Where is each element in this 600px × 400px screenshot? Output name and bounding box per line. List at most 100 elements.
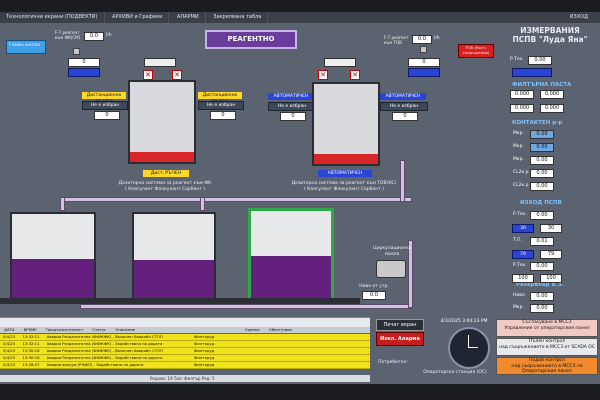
meas-label: Мкр. bbox=[513, 144, 524, 149]
status-right: АВТОМАТИЧЕН bbox=[318, 170, 372, 177]
alarm-desc: Авария Разделителна (ФФЖФК) - Включен Ав… bbox=[46, 348, 163, 353]
give-control-button[interactable]: Подай контрол над съоръжението в МССЗ на… bbox=[496, 357, 598, 375]
user-label: Потребител: bbox=[378, 360, 408, 365]
alarm-x-icon[interactable]: ✕ bbox=[318, 70, 328, 80]
alarm-row[interactable]: 0/4/23 13:30:16 Авария Разделителна (ФФЖ… bbox=[0, 348, 370, 355]
meas-setpoint[interactable] bbox=[512, 68, 552, 77]
clock-hand-hour bbox=[468, 347, 478, 348]
output-setpoint[interactable]: 30 bbox=[512, 224, 534, 233]
reagent-fk-unit: l/h bbox=[106, 33, 112, 38]
user-name: Операторска станция (ОС) bbox=[423, 370, 487, 375]
main-valve-button[interactable]: Главен вентил bbox=[6, 40, 46, 54]
meas-label: Ниво bbox=[513, 293, 525, 298]
alarm-time: 13:32:11 bbox=[22, 341, 40, 346]
meas-label: Р.Тех. bbox=[510, 57, 524, 62]
menu-item-screens[interactable]: Технологични екрани (ПОДВЕКТИ) bbox=[0, 12, 105, 23]
menu-bar: Технологични екрани (ПОДВЕКТИ) АРХИВИ и … bbox=[0, 12, 600, 23]
alarm-off-button[interactable]: Изкл. Аларма bbox=[376, 332, 424, 346]
pipe-bottom bbox=[80, 304, 412, 309]
give-control-line2: над съоръжението в МССЗ на Операторския … bbox=[511, 363, 583, 375]
output-value: 79 bbox=[540, 250, 562, 259]
meas-value: 0.00 bbox=[530, 262, 554, 271]
mode-num-left: 0 bbox=[94, 111, 120, 120]
dosing-label-right bbox=[324, 58, 356, 67]
valve-icon[interactable] bbox=[420, 46, 427, 53]
tov-label: ТОВ (Конт. съоръжения) bbox=[462, 45, 490, 55]
reagent-tov-label: F-Т реагент към ТОВ bbox=[384, 35, 409, 45]
alarm-object: Филтъруд bbox=[193, 334, 215, 339]
menu-item-alarms[interactable]: АЛАРМИ bbox=[171, 12, 206, 23]
mode-sub-left-2: Не е избран bbox=[198, 101, 244, 110]
measurement-title-line1: ИЗМЕРВАНИЯ bbox=[520, 26, 580, 35]
measurement-title-line2: ПСПВ "Луда Яна" bbox=[512, 35, 588, 44]
alarm-x-icon[interactable]: ✕ bbox=[143, 70, 153, 80]
alarm-x-icon[interactable]: ✕ bbox=[350, 70, 360, 80]
alarm-row[interactable]: 0/4/23 13:32:11 Авария Разделителна (ФФЖ… bbox=[0, 334, 370, 341]
circulation-pump-icon[interactable] bbox=[376, 260, 406, 278]
exit-menu-item[interactable]: ИЗХОД bbox=[564, 12, 594, 23]
alarm-row[interactable]: 0/4/23 13:30:16 Авария Разделителна (ФФЖ… bbox=[0, 355, 370, 362]
menu-item-boards[interactable]: Закрепвана табла bbox=[207, 12, 269, 23]
meas-value: 0.00 bbox=[530, 182, 554, 191]
alarm-table-header: ДАТА ВРЕМЕ Продължителност Статус Описан… bbox=[0, 327, 370, 333]
alarm-toolbar bbox=[0, 317, 370, 327]
reactor-level-right bbox=[314, 154, 378, 164]
meas-label: CL2к.р bbox=[513, 183, 529, 188]
section-contact: КОНТАКТЕН р-р bbox=[512, 120, 563, 126]
alarm-time: 13:32:11 bbox=[22, 334, 40, 339]
reagent-fk-label: F-Т реагент към ФК(СМ) bbox=[55, 30, 81, 40]
caption-left-2: ( Коагулант Флокулант Сорбент ) bbox=[124, 187, 206, 192]
menu-item-archives[interactable]: АРХИВИ и Графики bbox=[106, 12, 170, 23]
meas-label: Р.Тех. bbox=[513, 212, 527, 217]
output-value: 100 bbox=[512, 274, 534, 283]
meas-value: 0.00 bbox=[530, 156, 554, 165]
meas-value: 0.00 bbox=[530, 211, 554, 220]
tov-button[interactable]: ТОВ (Конт. съоръжения) bbox=[458, 44, 494, 58]
mode-a-sub: Не е избран bbox=[268, 102, 316, 111]
storage-tank-1-level bbox=[12, 258, 94, 300]
meas-value: 0.00 bbox=[530, 143, 554, 152]
alarm-col-desc[interactable]: Описание bbox=[111, 327, 239, 333]
alarm-time: 13:30:16 bbox=[22, 348, 40, 353]
alarm-col-status[interactable]: Статус bbox=[88, 327, 110, 333]
clock-icon bbox=[448, 327, 490, 369]
alarm-col-time[interactable]: ВРЕМЕ bbox=[20, 327, 41, 333]
storage-tank-1 bbox=[10, 212, 96, 302]
valve-icon[interactable] bbox=[73, 48, 80, 55]
coordination-button[interactable]: Съгласуване в МССЗ Управление от операто… bbox=[496, 319, 598, 337]
pump-setpoint-left[interactable] bbox=[68, 68, 100, 77]
meas-label: Мкр. bbox=[513, 305, 524, 310]
meas-value: 0.00 bbox=[530, 304, 554, 313]
alarm-date: 0/4/23 bbox=[3, 348, 16, 353]
pipe-vertical-right bbox=[400, 160, 405, 202]
print-screen-button[interactable]: Печат екран bbox=[376, 319, 424, 331]
mode-a-num: 0 bbox=[280, 112, 306, 121]
alarm-col-object[interactable]: Обект/ниво bbox=[265, 327, 296, 333]
pump-setpoint-right[interactable] bbox=[408, 68, 440, 77]
alarm-object: Филтъруд bbox=[193, 355, 215, 360]
mode-a-label: АВТОМАТИЧЕН bbox=[268, 93, 314, 100]
meas-label: Мкр. bbox=[513, 157, 524, 162]
alarm-status-line: Редове: 19 Тип: Филтър Ред: 5 bbox=[0, 375, 370, 382]
meas-label: Мкр. bbox=[513, 131, 524, 136]
meas-label: CL2к.р bbox=[513, 170, 529, 175]
section-filter-pasta: ФИЛТЪРНА ПАСТА bbox=[512, 82, 572, 88]
caption-right-2: ( Коагулант Флокулант Сорбент ) bbox=[303, 187, 385, 192]
meas-label: Р.Тех. bbox=[513, 263, 527, 268]
alarm-row[interactable]: 0/4/23 13:32:11 Авария Разделителна (ФФЖ… bbox=[0, 341, 370, 348]
alarm-desc: Авария Разделителна (ФФЖФК) - Задействан… bbox=[46, 341, 163, 346]
measurement-title: ИЗМЕРВАНИЯ ПСПВ "Луда Яна" bbox=[500, 26, 600, 44]
monitor-bezel-top bbox=[0, 0, 600, 12]
monitor-bezel-bottom bbox=[0, 384, 600, 400]
tank-base bbox=[0, 298, 360, 304]
alarm-col-rating[interactable]: Оценка bbox=[241, 327, 264, 333]
alarm-x-icon[interactable]: ✕ bbox=[172, 70, 182, 80]
output-setpoint[interactable]: 79 bbox=[512, 250, 534, 259]
coordination-line2: Управление от операторския панел bbox=[504, 325, 590, 331]
output-value: 100 bbox=[540, 274, 562, 283]
full-control-button[interactable]: Пълен контрол над съоръжението в МССЗ от… bbox=[496, 338, 598, 356]
alarm-col-duration[interactable]: Продължителност bbox=[42, 327, 87, 333]
alarm-row[interactable]: 0/4/23 13:28:47 Авария вакуум (РФФП) - З… bbox=[0, 362, 370, 369]
alarm-col-date[interactable]: ДАТА bbox=[0, 327, 18, 333]
storage-tank-3-level bbox=[251, 256, 331, 301]
